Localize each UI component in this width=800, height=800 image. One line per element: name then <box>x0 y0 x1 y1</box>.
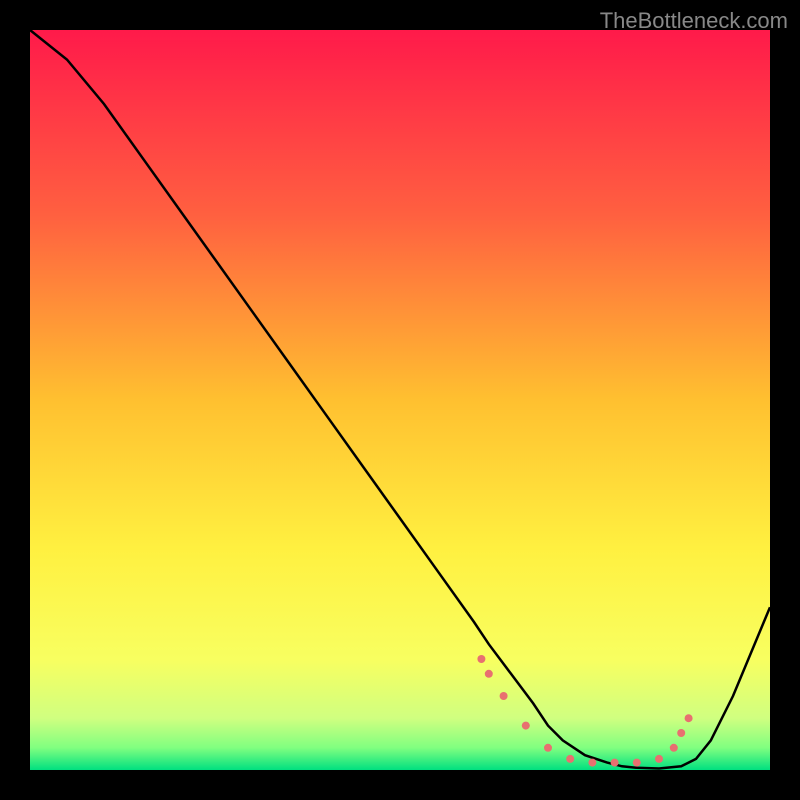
gradient-background <box>30 30 770 770</box>
marker-point <box>544 744 552 752</box>
marker-point <box>633 759 641 767</box>
chart-svg <box>30 30 770 770</box>
marker-point <box>670 744 678 752</box>
marker-point <box>522 722 530 730</box>
marker-point <box>655 755 663 763</box>
marker-point <box>685 714 693 722</box>
marker-point <box>477 655 485 663</box>
marker-point <box>566 755 574 763</box>
chart-area <box>30 30 770 770</box>
marker-point <box>611 759 619 767</box>
marker-point <box>500 692 508 700</box>
marker-point <box>677 729 685 737</box>
watermark-text: TheBottleneck.com <box>600 8 788 34</box>
marker-point <box>485 670 493 678</box>
marker-point <box>588 759 596 767</box>
